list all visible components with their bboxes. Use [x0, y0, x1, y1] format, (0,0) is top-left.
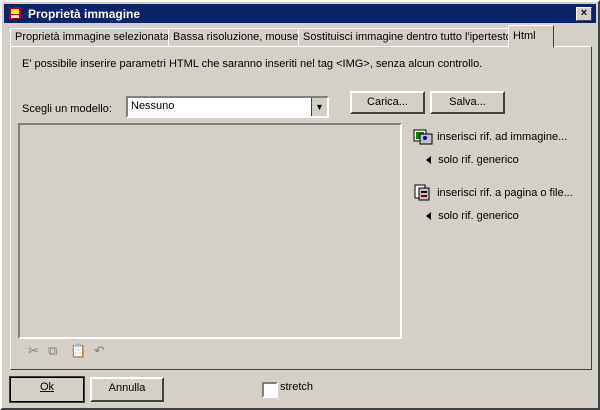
paste-icon[interactable]: 📋: [70, 343, 86, 359]
copy-icon[interactable]: ⧉: [48, 343, 64, 359]
dialog-window: Proprietà immagine × Proprietà immagine …: [0, 0, 600, 410]
insert-image-ref-label: inserisci rif. ad immagine...: [437, 130, 568, 143]
app-icon: [9, 7, 21, 19]
close-button[interactable]: ×: [576, 7, 592, 21]
html-params-textarea[interactable]: [18, 123, 402, 339]
undo-icon[interactable]: ↶: [94, 343, 110, 359]
cancel-button-label: Annulla: [108, 382, 146, 394]
ok-button[interactable]: Ok: [9, 376, 85, 403]
window-title: Proprietà immagine: [28, 7, 141, 21]
left-arrow-icon: [426, 212, 431, 221]
image-ref-icon: [413, 129, 433, 145]
cut-icon[interactable]: ✂: [28, 343, 44, 359]
close-icon: ×: [580, 7, 588, 19]
generic-ref-page-label: solo rif. generico: [438, 210, 519, 222]
generic-ref-image-label: solo rif. generico: [438, 154, 519, 166]
cancel-button[interactable]: Annulla: [90, 377, 164, 402]
dropdown-arrow-icon[interactable]: ▼: [311, 98, 327, 116]
load-button[interactable]: Carica...: [350, 91, 425, 114]
tab-html[interactable]: Html: [508, 25, 554, 48]
insert-image-ref-link[interactable]: inserisci rif. ad immagine...: [412, 128, 567, 146]
model-select[interactable]: Nessuno ▼: [126, 96, 329, 118]
generic-ref-image-link[interactable]: solo rif. generico: [426, 154, 519, 166]
insert-page-ref-label: inserisci rif. a pagina o file...: [437, 186, 573, 199]
stretch-label: stretch: [280, 381, 314, 393]
tab-replace-image[interactable]: Sostituisci immagine dentro tutto l'iper…: [298, 28, 517, 47]
model-label: Scegli un modello:: [22, 103, 112, 115]
ok-button-label: Ok: [39, 381, 55, 393]
save-button[interactable]: Salva...: [430, 91, 505, 114]
left-arrow-icon: [426, 156, 431, 165]
model-select-value: Nessuno: [131, 100, 175, 112]
insert-page-ref-link[interactable]: inserisci rif. a pagina o file...: [412, 184, 573, 202]
description-text: E' possibile inserire parametri HTML che…: [22, 58, 483, 70]
tab-image-properties[interactable]: Proprietà immagine selezionata: [10, 28, 175, 47]
stretch-checkbox[interactable]: [262, 382, 278, 398]
page-ref-icon: [414, 184, 430, 201]
generic-ref-page-link[interactable]: solo rif. generico: [426, 210, 519, 222]
tab-low-resolution[interactable]: Bassa risoluzione, mouse: [168, 28, 304, 47]
title-bar: Proprietà immagine ×: [4, 4, 596, 23]
